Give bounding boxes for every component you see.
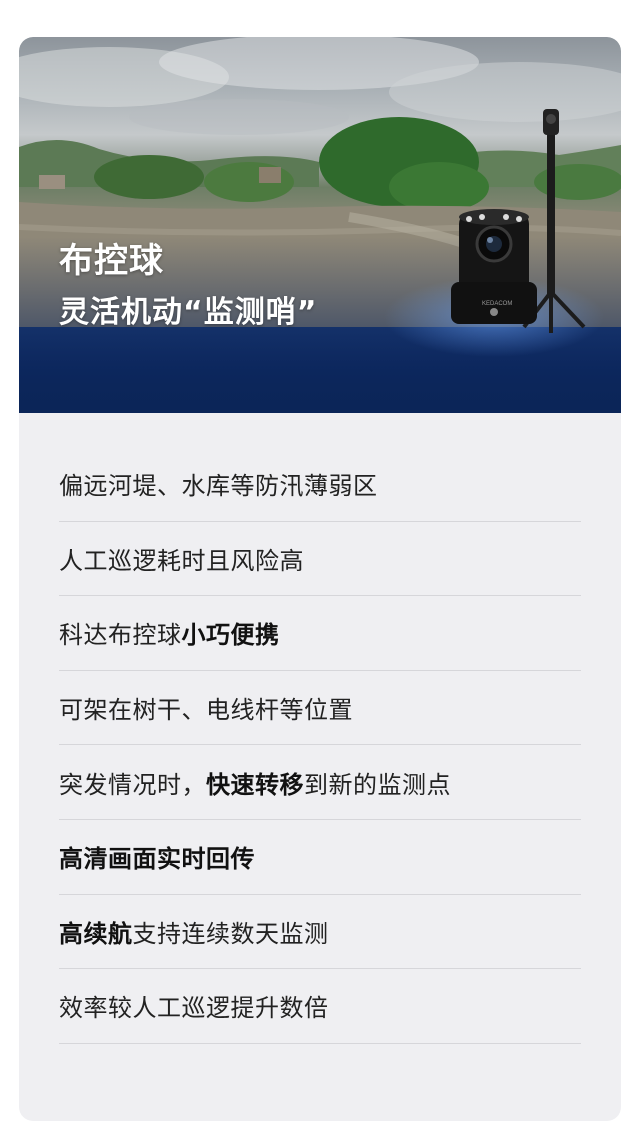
list-item: 可架在树干、电线杆等位置 [59, 671, 581, 746]
list-item: 人工巡逻耗时且风险高 [59, 522, 581, 597]
hero-title: 布控球 [59, 241, 164, 281]
feature-text: 偏远河堤、水库等防汛薄弱区 [59, 472, 378, 501]
camera-brand-label: KEDACOM [482, 301, 512, 307]
hero-subtitle: 灵活机动“监测哨” [59, 295, 318, 330]
feature-text: 人工巡逻耗时且风险高 [59, 546, 304, 575]
highlight-text: 快速转移 [206, 770, 304, 799]
feature-text: 可架在树干、电线杆等位置 [59, 696, 353, 725]
list-item: 效率较人工巡逻提升数倍 [59, 969, 581, 1044]
list-item: 高清画面实时回传 [59, 820, 581, 895]
feature-text: 到新的监测点 [304, 770, 451, 799]
feature-text: 科达布控球 [59, 621, 182, 650]
feature-text: 支持连续数天监测 [132, 919, 329, 948]
hero-banner: KEDACOM 布控球 灵活机动“监测哨” [19, 37, 621, 413]
feature-list: 偏远河堤、水库等防汛薄弱区 人工巡逻耗时且风险高 科达布控球 小巧便携 可架在树干、电线… [59, 447, 581, 1044]
feature-text: 效率较人工巡逻提升数倍 [59, 994, 329, 1023]
highlight-text: 高续航 [59, 919, 133, 948]
list-item: 突发情况时， 快速转移 到新的监测点 [59, 745, 581, 820]
highlight-text: 小巧便携 [181, 621, 280, 650]
feature-card: KEDACOM 布控球 灵活机动“监测哨” 偏远河堤、水库等防汛薄弱区 人工巡逻耗… [19, 37, 621, 1121]
feature-text: 突发情况时， [59, 770, 206, 799]
list-item: 高续航 支持连续数天监测 [59, 895, 581, 970]
list-item: 科达布控球 小巧便携 [59, 596, 581, 671]
highlight-text: 高清画面实时回传 [59, 845, 255, 874]
flood-riverbank-illustration: KEDACOM [19, 37, 621, 413]
list-item: 偏远河堤、水库等防汛薄弱区 [59, 447, 581, 522]
